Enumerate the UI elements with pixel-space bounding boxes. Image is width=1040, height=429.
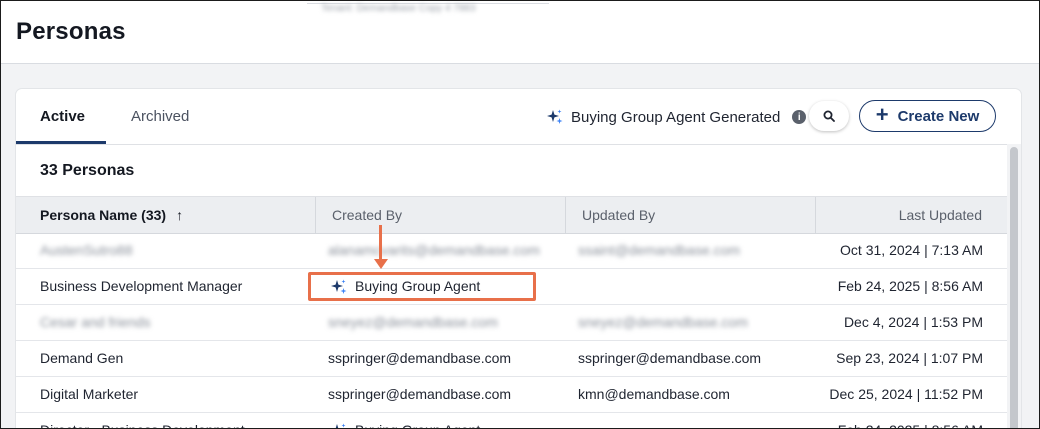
last-updated: Dec 25, 2024 | 11:52 PM [829, 386, 983, 402]
persona-name[interactable]: Digital Marketer [40, 377, 138, 412]
persona-name[interactable]: Cesar and friends [40, 305, 151, 340]
persona-name[interactable]: AustenSutro88 [40, 233, 133, 268]
last-updated: Sep 23, 2024 | 1:07 PM [836, 350, 983, 366]
tab-bar: Active Archived Buying Group Agent Gener… [16, 89, 1021, 145]
table-row[interactable]: Digital Marketer sspringer@demandbase.co… [16, 377, 1007, 413]
created-by: sspringer@demandbase.com [328, 350, 512, 366]
sort-ascending-icon[interactable]: ↑ [176, 197, 183, 233]
last-updated: Dec 4, 2024 | 1:53 PM [843, 314, 983, 330]
active-tab-indicator [16, 141, 106, 144]
agent-generated-label: Buying Group Agent Generated [571, 108, 781, 126]
last-updated: Oct 31, 2024 | 7:13 AM [840, 242, 983, 258]
plus-icon: + [875, 102, 889, 127]
app-frame: Tenant: Demandbase Copy 4 7883 Personas … [0, 0, 1040, 429]
persona-name[interactable]: Demand Gen [40, 341, 123, 376]
created-by: sspringer@demandbase.com [328, 386, 512, 402]
annotation-arrow-head [374, 259, 388, 269]
table-row[interactable]: Cesar and friends sneyez@demandbase.com … [16, 305, 1007, 341]
sparkle-icon [335, 423, 346, 428]
persona-count: 33 Personas [40, 162, 135, 179]
updated-by: sspringer@demandbase.com [578, 350, 762, 366]
column-header-created-by[interactable]: Created By [316, 197, 566, 233]
search-button[interactable] [809, 101, 849, 131]
tenant-label: Tenant: Demandbase Copy 4 7883 [321, 3, 476, 14]
sparkle-icon [547, 109, 563, 124]
created-by-label: Buying Group Agent [355, 413, 480, 428]
tab-archived[interactable]: Archived [131, 108, 189, 125]
page-header: Tenant: Demandbase Copy 4 7883 Personas [1, 1, 1039, 64]
annotation-arrow [379, 225, 382, 263]
scrollbar-thumb[interactable] [1010, 147, 1018, 428]
create-new-label: Create New [897, 107, 980, 125]
create-new-button[interactable]: + Create New [859, 100, 996, 132]
created-by: alanamcvarits@demandbase.com [328, 242, 540, 258]
created-by: Buying Group Agent [328, 413, 480, 428]
search-icon [823, 110, 835, 122]
agent-generated-filter[interactable]: Buying Group Agent Generated i [547, 107, 807, 127]
persona-name[interactable]: Business Development Manager [40, 269, 242, 304]
personas-card: Active Archived Buying Group Agent Gener… [16, 89, 1021, 428]
annotation-highlight-box [308, 272, 536, 301]
table-header: Persona Name (33) ↑ Created By Updated By… [16, 196, 1007, 234]
page-title: Personas [16, 18, 126, 45]
updated-by: kmn@demandbase.com [578, 386, 730, 402]
table-row[interactable]: AustenSutro88 alanamcvarits@demandbase.c… [16, 233, 1007, 269]
column-header-name-label: Persona Name (33) [40, 207, 167, 223]
last-updated: Feb 24, 2025 | 8:56 AM [837, 278, 983, 294]
column-header-last-updated[interactable]: Last Updated [816, 197, 1007, 233]
last-updated: Feb 24, 2025 | 8:56 AM [838, 413, 983, 428]
persona-name[interactable]: Director - Business Development [40, 413, 245, 428]
created-by: sneyez@demandbase.com [328, 314, 498, 330]
info-icon[interactable]: i [792, 110, 807, 124]
column-header-updated-by[interactable]: Updated By [566, 197, 816, 233]
column-header-name[interactable]: Persona Name (33) ↑ [16, 197, 316, 233]
table-row[interactable]: Demand Gen sspringer@demandbase.com sspr… [16, 341, 1007, 377]
tab-active[interactable]: Active [40, 108, 85, 125]
updated-by: ssaint@demandbase.com [578, 242, 741, 258]
updated-by: sneyez@demandbase.com [578, 314, 748, 330]
table-row[interactable]: Director - Business Development Buying G… [16, 413, 1007, 428]
